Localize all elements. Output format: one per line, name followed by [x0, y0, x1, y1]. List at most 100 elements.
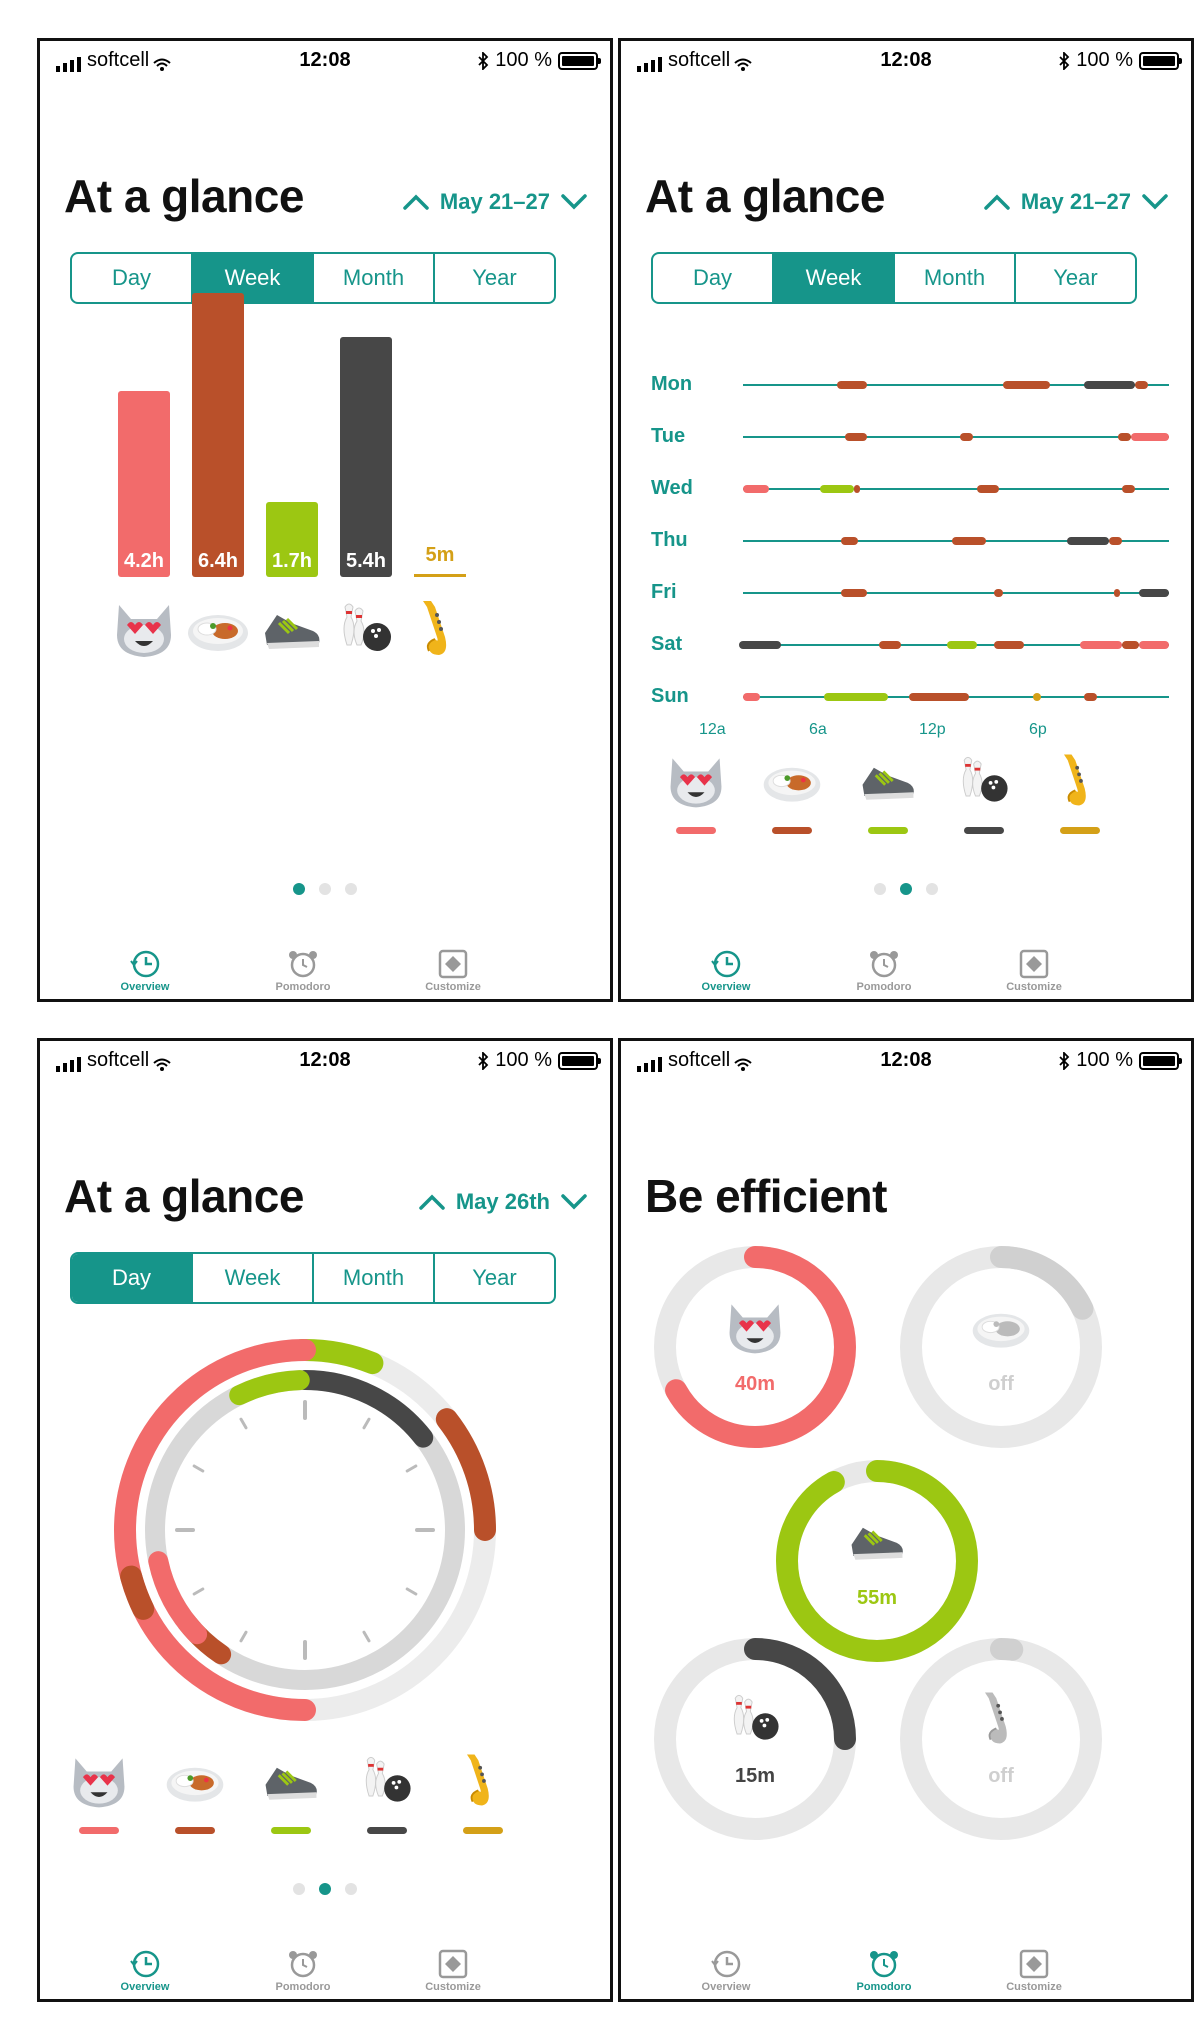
activity-segment[interactable] [879, 641, 901, 649]
segment-day[interactable]: Day [653, 254, 774, 302]
tab-customize[interactable]: Customize [979, 1949, 1089, 1993]
activity-segment[interactable] [960, 433, 974, 441]
activity-segment[interactable] [1032, 693, 1042, 701]
page-dot[interactable] [926, 883, 938, 895]
ring-time-label: 55m [856, 1587, 898, 1609]
bar-sneaker[interactable]: 1.7h [266, 501, 318, 577]
pomodoro-ring-saxophone[interactable]: off [899, 1637, 1103, 1841]
page-title: At a glance [64, 1170, 304, 1222]
chevron-up-icon[interactable] [418, 1192, 446, 1212]
timeline-row-sun: Sun [651, 685, 1171, 707]
activity-segment[interactable] [1134, 381, 1148, 389]
tab-customize[interactable]: Customize [979, 949, 1089, 993]
activity-segment[interactable] [1079, 641, 1123, 649]
activity-segment[interactable] [1083, 381, 1135, 389]
alarm-clock-icon [870, 1951, 898, 1978]
day-clock-chart [114, 1339, 496, 1721]
bluetooth-icon [478, 1051, 489, 1070]
activity-segment[interactable] [845, 433, 867, 441]
bar-value-label: 5m [425, 544, 455, 566]
tab-overview[interactable]: Overview [90, 1949, 200, 1993]
page-dot[interactable] [319, 1883, 331, 1895]
period-selector: Day Week Month Year [70, 1252, 556, 1304]
pomodoro-ring-bowling[interactable]: 15m [653, 1637, 857, 1841]
segment-day[interactable]: Day [72, 1254, 193, 1302]
segment-week[interactable]: Week [193, 1254, 314, 1302]
activity-segment[interactable] [977, 485, 999, 493]
tab-pomodoro[interactable]: Pomodoro [829, 1949, 939, 1993]
page-dot[interactable] [345, 883, 357, 895]
date-label: May 26th [455, 1189, 550, 1214]
segment-year[interactable]: Year [435, 1254, 554, 1302]
category-swatch [964, 827, 1004, 834]
pomodoro-ring-sneaker[interactable]: 55m [775, 1459, 979, 1663]
activity-segment[interactable] [738, 641, 782, 649]
sneaker-icon [265, 1767, 317, 1800]
bar-heart-eyes-cat[interactable]: 4.2h [118, 390, 170, 577]
pomodoro-ring-heart-eyes-cat[interactable]: 40m [653, 1245, 857, 1449]
activity-segment[interactable] [951, 537, 986, 545]
activity-segment[interactable] [1122, 641, 1140, 649]
battery-icon [558, 1051, 601, 1070]
activity-segment[interactable] [909, 693, 969, 701]
day-label: Mon [651, 373, 693, 395]
page-dot[interactable] [900, 883, 912, 895]
tab-pomodoro[interactable]: Pomodoro [829, 949, 939, 993]
activity-segment[interactable] [1122, 485, 1135, 493]
tab-customize[interactable]: Customize [398, 1949, 508, 1993]
bar-saxophone[interactable]: 5m [414, 544, 466, 577]
segment-month[interactable]: Month [314, 1254, 435, 1302]
tab-bar: Overview Pomodoro Customize [621, 915, 1191, 999]
activity-segment[interactable] [836, 381, 867, 389]
activity-segment[interactable] [823, 693, 888, 701]
activity-segment[interactable] [1066, 537, 1110, 545]
page-dot[interactable] [874, 883, 886, 895]
activity-segment[interactable] [1117, 433, 1131, 441]
activity-segment[interactable] [1109, 537, 1123, 545]
activity-segment[interactable] [840, 537, 858, 545]
bar-value-label: 6.4h [197, 550, 239, 572]
customize-icon [1019, 1949, 1049, 1979]
bar-bowling[interactable]: 5.4h [340, 337, 392, 577]
segment-week[interactable]: Week [774, 254, 895, 302]
activity-segment[interactable] [994, 589, 1003, 597]
activity-segment[interactable] [994, 641, 1025, 649]
activity-segment[interactable] [840, 589, 867, 597]
page-dot[interactable] [293, 883, 305, 895]
food-plate-icon [972, 1313, 1030, 1348]
activity-segment[interactable] [819, 485, 854, 493]
activity-segment[interactable] [1002, 381, 1050, 389]
activity-segment[interactable] [743, 693, 761, 701]
activity-segment[interactable] [1130, 433, 1169, 441]
activity-segment[interactable] [1139, 589, 1169, 597]
food-plate-icon [763, 767, 821, 802]
activity-segment[interactable] [1083, 693, 1097, 701]
chevron-up-icon[interactable] [983, 192, 1011, 212]
battery-icon [1139, 1051, 1182, 1070]
activity-segment[interactable] [1139, 641, 1169, 649]
activity-segment[interactable] [1113, 589, 1120, 597]
tab-overview[interactable]: Overview [671, 949, 781, 993]
alarm-clock-icon [289, 951, 317, 978]
page-dot[interactable] [345, 1883, 357, 1895]
tab-overview[interactable]: Overview [90, 949, 200, 993]
category-swatch [772, 827, 812, 834]
tab-pomodoro[interactable]: Pomodoro [248, 1949, 358, 1993]
segment-month[interactable]: Month [895, 254, 1016, 302]
pomodoro-ring-food-plate[interactable]: off [899, 1245, 1103, 1449]
chevron-down-icon[interactable] [1141, 192, 1169, 212]
customize-icon [438, 1949, 468, 1979]
activity-segment[interactable] [853, 485, 860, 493]
activity-segment[interactable] [947, 641, 978, 649]
tab-pomodoro[interactable]: Pomodoro [248, 949, 358, 993]
segment-year[interactable]: Year [1016, 254, 1135, 302]
activity-segment[interactable] [743, 485, 769, 493]
bar-food-plate[interactable]: 6.4h [192, 293, 244, 577]
chevron-down-icon[interactable] [560, 1192, 588, 1212]
overview-clock-icon [130, 1950, 160, 1978]
tab-customize[interactable]: Customize [398, 949, 508, 993]
arc-food[interactable] [120, 1565, 155, 1620]
page-dot[interactable] [319, 883, 331, 895]
page-dot[interactable] [293, 1883, 305, 1895]
tab-overview[interactable]: Overview [671, 1949, 781, 1993]
